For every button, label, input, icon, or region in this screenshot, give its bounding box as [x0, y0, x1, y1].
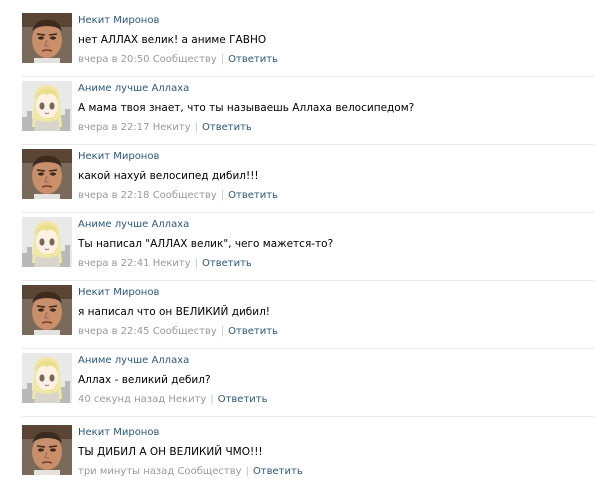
meta-separator: |: [194, 258, 199, 269]
comment-timestamp[interactable]: вчера в 22:17: [78, 122, 150, 133]
avatar[interactable]: [22, 81, 72, 131]
comment-body: Некит Миронов какой нахуй велосипед дибил…: [78, 150, 594, 202]
comment: Некит Миронов я написал что он ВЕЛИКИЙ ди…: [0, 285, 604, 353]
meta-separator: |: [245, 466, 249, 477]
reply-button[interactable]: Ответить: [228, 190, 278, 201]
comment-author-link[interactable]: Некит Миронов: [78, 426, 594, 440]
comment-timestamp[interactable]: вчера в 22:18: [78, 190, 150, 201]
comment-author-link[interactable]: Аниме лучше Аллаха: [78, 218, 594, 232]
comment-author-link[interactable]: Некит Миронов: [78, 14, 594, 28]
reply-target: Некиту: [168, 394, 207, 405]
comment-meta: 40 секунд назад Некиту | Ответить: [78, 393, 594, 406]
comment: Аниме лучше Аллаха Ты написал "АЛЛАХ вели…: [0, 217, 604, 285]
comment-meta: вчера в 20:50 Сообществу | Ответить: [78, 53, 594, 66]
reply-button[interactable]: Ответить: [218, 394, 268, 405]
comment-divider: [22, 348, 594, 349]
comment-text: какой нахуй велосипед дибил!!!: [78, 170, 259, 182]
reply-target: Некиту: [152, 258, 191, 269]
avatar[interactable]: [22, 217, 72, 267]
comment-author-link[interactable]: Аниме лучше Аллаха: [78, 82, 594, 96]
reply-button[interactable]: Ответить: [253, 466, 303, 477]
comment-meta: вчера в 22:41 Некиту | Ответить: [78, 257, 594, 270]
comment-author-link[interactable]: Аниме лучше Аллаха: [78, 354, 594, 368]
meta-separator: |: [220, 54, 225, 65]
reply-button[interactable]: Ответить: [202, 122, 252, 133]
comment-meta: вчера в 22:45 Сообществу | Ответить: [78, 325, 594, 338]
reply-button[interactable]: Ответить: [228, 326, 278, 337]
comment-author-link[interactable]: Некит Миронов: [78, 150, 594, 164]
comment-thread: Некит Миронов нет АЛЛАХ велик! а аниме ГА…: [0, 0, 604, 484]
comment-meta: вчера в 22:17 Некиту | Ответить: [78, 121, 594, 134]
comment-text: Аллах - великий дебил?: [78, 374, 211, 386]
reply-target: Сообществу: [152, 54, 217, 65]
comment-timestamp[interactable]: вчера в 22:41: [78, 258, 150, 269]
comment: Некит Миронов ТЫ ДИБИЛ А ОН ВЕЛИКИЙ ЧМО!!…: [0, 425, 604, 493]
comment-body: Некит Миронов ТЫ ДИБИЛ А ОН ВЕЛИКИЙ ЧМО!!…: [78, 426, 594, 478]
comment-text: А мама твоя знает, что ты называешь Алла…: [78, 102, 415, 114]
meta-separator: |: [210, 394, 214, 405]
comment-divider: [22, 416, 594, 417]
reply-target: Сообществу: [152, 326, 217, 337]
comment-body: Некит Миронов нет АЛЛАХ велик! а аниме ГА…: [78, 14, 594, 66]
comment: Аниме лучше Аллаха А мама твоя знает, что…: [0, 81, 604, 149]
reply-target: Некиту: [152, 122, 191, 133]
avatar[interactable]: [22, 149, 72, 199]
avatar[interactable]: [22, 353, 72, 403]
comment-divider: [22, 212, 594, 213]
avatar[interactable]: [22, 285, 72, 335]
comment-meta: вчера в 22:18 Сообществу | Ответить: [78, 189, 594, 202]
meta-separator: |: [220, 326, 225, 337]
comment-timestamp[interactable]: вчера в 22:45: [78, 326, 150, 337]
reply-button[interactable]: Ответить: [202, 258, 252, 269]
comment-text: нет АЛЛАХ велик! а аниме ГАВНО: [78, 34, 267, 46]
comment: Некит Миронов нет АЛЛАХ велик! а аниме ГА…: [0, 13, 604, 81]
comment-author-link[interactable]: Некит Миронов: [78, 286, 594, 300]
avatar[interactable]: [22, 425, 72, 475]
comment-body: Некит Миронов я написал что он ВЕЛИКИЙ ди…: [78, 286, 594, 338]
comment-text: ТЫ ДИБИЛ А ОН ВЕЛИКИЙ ЧМО!!!: [78, 446, 263, 458]
meta-separator: |: [220, 190, 225, 201]
comment-divider: [22, 280, 594, 281]
comment-timestamp[interactable]: три минуты назад: [78, 466, 174, 477]
reply-button[interactable]: Ответить: [228, 54, 278, 65]
comment-divider: [22, 144, 594, 145]
comment: Некит Миронов какой нахуй велосипед дибил…: [0, 149, 604, 217]
comment-timestamp[interactable]: 40 секунд назад: [78, 394, 165, 405]
comment-body: Аниме лучше Аллаха А мама твоя знает, что…: [78, 82, 594, 134]
comment-meta: три минуты назад Сообществу | Ответить: [78, 465, 594, 478]
comment-body: Аниме лучше Аллаха Ты написал "АЛЛАХ вели…: [78, 218, 594, 270]
comment-timestamp[interactable]: вчера в 20:50: [78, 54, 150, 65]
comment: Аниме лучше Аллаха Аллах - великий дебил?…: [0, 353, 604, 421]
meta-separator: |: [194, 122, 199, 133]
reply-target: Сообществу: [152, 190, 217, 201]
reply-target: Сообществу: [177, 466, 242, 477]
comment-divider: [22, 76, 594, 77]
comment-text: Ты написал "АЛЛАХ велик", чего мажется-т…: [78, 238, 334, 250]
comment-text: я написал что он ВЕЛИКИЙ дибил!: [78, 306, 270, 318]
avatar[interactable]: [22, 13, 72, 63]
comment-body: Аниме лучше Аллаха Аллах - великий дебил?…: [78, 354, 594, 406]
